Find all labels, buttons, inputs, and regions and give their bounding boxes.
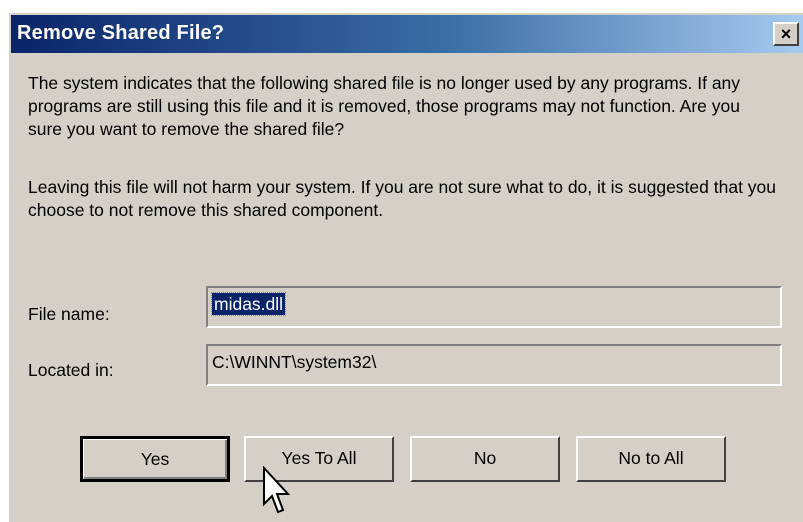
no-to-all-button[interactable]: No to All xyxy=(576,436,726,482)
located-in-field[interactable]: C:\WINNT\system32\ xyxy=(206,344,782,386)
file-name-value: midas.dll xyxy=(210,292,287,316)
dialog-title: Remove Shared File? xyxy=(17,22,225,44)
close-icon: × xyxy=(780,24,792,44)
title-bar[interactable]: Remove Shared File? × xyxy=(11,15,803,53)
file-name-label: File name: xyxy=(28,304,110,324)
message-paragraph-2: Leaving this file will not harm your sys… xyxy=(28,177,777,220)
yes-button[interactable]: Yes xyxy=(80,436,230,482)
close-button[interactable]: × xyxy=(773,22,799,46)
located-in-label: Located in: xyxy=(28,360,114,380)
no-button[interactable]: No xyxy=(410,436,560,482)
located-in-value: C:\WINNT\system32\ xyxy=(212,352,377,372)
message-paragraph-1: The system indicates that the following … xyxy=(28,73,741,139)
mouse-pointer-icon xyxy=(263,466,291,514)
file-name-field[interactable]: midas.dll xyxy=(206,286,782,328)
